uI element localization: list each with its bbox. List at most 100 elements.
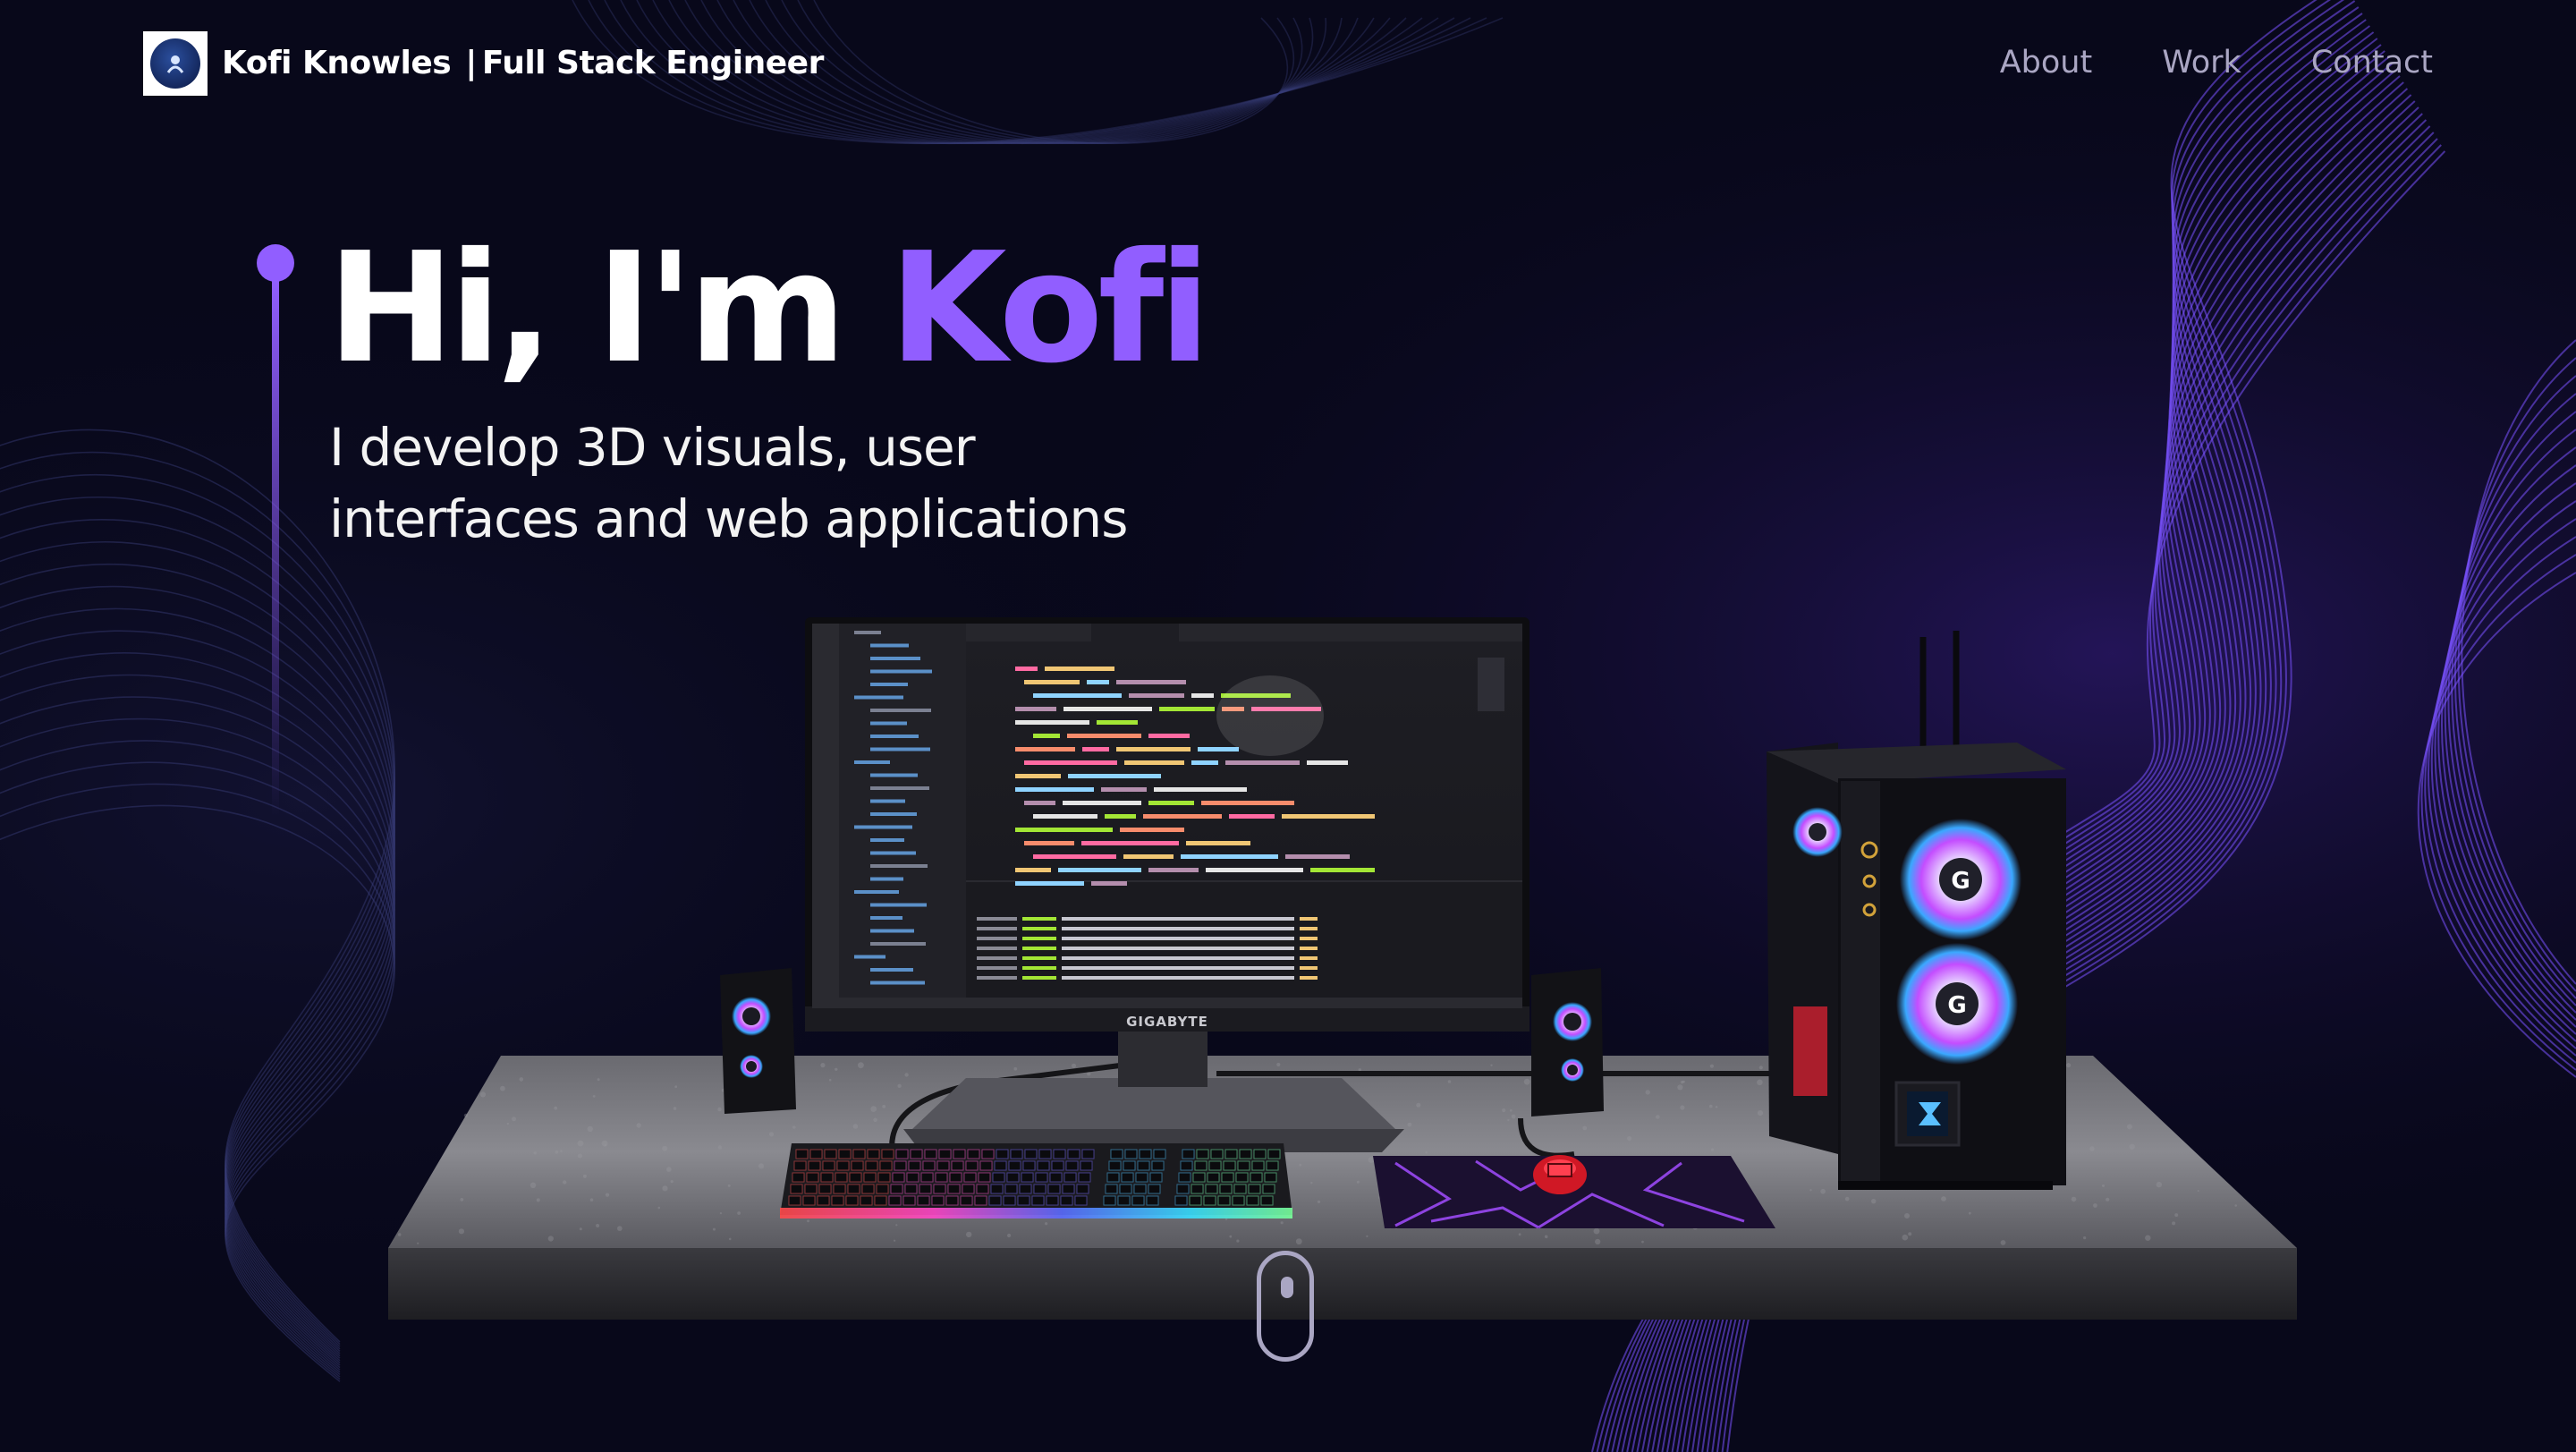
- code-line-segment: [1067, 734, 1141, 738]
- keyboard-key: [851, 1160, 864, 1171]
- terminal-output-segment: [977, 966, 1017, 970]
- keyboard-key: [965, 1160, 979, 1171]
- editor-tab-bar: [966, 624, 1522, 641]
- keyboard-key: [1205, 1184, 1218, 1194]
- keyboard-key: [962, 1184, 975, 1194]
- keyboard-key: [852, 1149, 866, 1159]
- desk-texture-speck: [1358, 1068, 1362, 1072]
- desk-texture-speck: [674, 1085, 678, 1089]
- keyboard-key: [1194, 1160, 1208, 1171]
- keyboard-key: [1003, 1195, 1016, 1206]
- keyboard-key: [835, 1172, 848, 1183]
- keyboard-key: [838, 1149, 852, 1159]
- desk-texture-speck: [1680, 1080, 1684, 1084]
- code-line-segment: [1186, 841, 1250, 845]
- keyboard-key: [1251, 1160, 1265, 1171]
- keyboard-key: [906, 1172, 919, 1183]
- keyboard-key: [1210, 1149, 1224, 1159]
- keyboard-key: [1133, 1184, 1147, 1194]
- desk-texture-speck: [1236, 1239, 1240, 1243]
- keyboard-key: [876, 1184, 889, 1194]
- desk-texture-speck: [1715, 1106, 1718, 1108]
- keyboard-key: [1046, 1195, 1059, 1206]
- desk-texture-speck: [555, 1150, 559, 1154]
- desk-texture-speck: [727, 1184, 731, 1187]
- desk-texture-speck: [873, 1117, 877, 1123]
- gaming-mouse: [1533, 1155, 1587, 1194]
- code-line-segment: [1015, 787, 1094, 792]
- desk-texture-speck: [1013, 1066, 1018, 1071]
- terminal-output-segment: [1062, 937, 1294, 940]
- desk-texture-speck: [1310, 1182, 1313, 1185]
- terminal-output-segment: [977, 917, 1017, 921]
- desk-texture-speck: [397, 1233, 402, 1236]
- keyboard-key: [1065, 1160, 1079, 1171]
- keyboard-key: [867, 1149, 880, 1159]
- keyboard-key: [945, 1195, 959, 1206]
- code-line-segment: [1015, 667, 1038, 671]
- keyboard-key: [822, 1160, 835, 1171]
- keyboard-key: [1123, 1160, 1136, 1171]
- desk-setup-3d-canvas[interactable]: GIGABYTE G G: [0, 0, 2576, 1452]
- svg-text:G: G: [1947, 992, 1966, 1019]
- desk-texture-speck: [417, 1242, 419, 1244]
- desk-texture-speck: [512, 1117, 516, 1122]
- keyboard-key: [1192, 1172, 1206, 1183]
- monitor-screen: [812, 624, 1522, 1008]
- desk-texture-speck: [894, 1239, 896, 1242]
- keyboard-key: [1024, 1149, 1038, 1159]
- keyboard-key: [974, 1195, 987, 1206]
- keyboard-key: [1067, 1149, 1080, 1159]
- code-line-segment: [1124, 760, 1184, 765]
- sidebar-file-entry: [870, 786, 929, 790]
- desk-texture-speck: [563, 1180, 567, 1185]
- editor-minimap: [1478, 658, 1504, 711]
- desk-texture-speck: [2172, 1221, 2176, 1226]
- desk-texture-speck: [1904, 1213, 1910, 1218]
- editor-active-tab: [1091, 624, 1179, 641]
- keyboard-key: [922, 1160, 936, 1171]
- terminal-output-segment: [1300, 927, 1318, 930]
- desk-texture-speck: [1627, 1135, 1632, 1142]
- sidebar-file-entry: [870, 812, 917, 816]
- keyboard-key: [920, 1172, 934, 1183]
- desk-texture-speck: [1523, 1078, 1530, 1085]
- keyboard-key: [1178, 1172, 1191, 1183]
- desk-texture-speck: [1007, 1233, 1012, 1238]
- desk-texture-speck: [712, 1227, 716, 1231]
- desk-texture-speck: [852, 1124, 859, 1129]
- desk-texture-speck: [579, 1227, 582, 1231]
- desk-texture-speck: [1941, 1196, 1946, 1202]
- keyboard-key: [793, 1160, 807, 1171]
- keyboard-key: [836, 1160, 850, 1171]
- mouse-scroll-icon[interactable]: [1257, 1251, 1314, 1362]
- keyboard-key: [990, 1184, 1004, 1194]
- code-line-segment: [1015, 720, 1089, 725]
- keyboard-key: [1267, 1149, 1281, 1159]
- desk-texture-speck: [636, 1123, 641, 1128]
- sidebar-file-entry: [870, 903, 927, 907]
- desk-texture-speck: [895, 1224, 898, 1227]
- keyboard-key: [1074, 1195, 1088, 1206]
- keyboard-key: [960, 1195, 973, 1206]
- desk-texture-speck: [1758, 1066, 1763, 1070]
- desk-texture-speck: [858, 1062, 864, 1069]
- desk-texture-speck: [587, 1125, 593, 1133]
- keyboard-key: [917, 1195, 930, 1206]
- code-line-segment: [1081, 841, 1179, 845]
- code-line-segment: [1120, 828, 1184, 832]
- desk-texture-speck: [1820, 1188, 1826, 1194]
- desk-texture-speck: [2093, 1203, 2097, 1208]
- terminal-output-segment: [1022, 937, 1056, 940]
- desk-texture-speck: [1356, 1180, 1360, 1184]
- keyboard-key: [953, 1149, 966, 1159]
- desk-texture-speck: [1502, 1108, 1506, 1113]
- keyboard-key: [978, 1172, 991, 1183]
- desk-texture-speck: [2126, 1124, 2132, 1130]
- desk-texture-speck: [820, 1063, 826, 1068]
- speaker-right: [1531, 968, 1604, 1117]
- terminal-output-segment: [1300, 917, 1318, 921]
- desk-texture-speck: [1656, 1115, 1660, 1119]
- desk-texture-speck: [1595, 1238, 1601, 1245]
- code-line-segment: [1225, 760, 1300, 765]
